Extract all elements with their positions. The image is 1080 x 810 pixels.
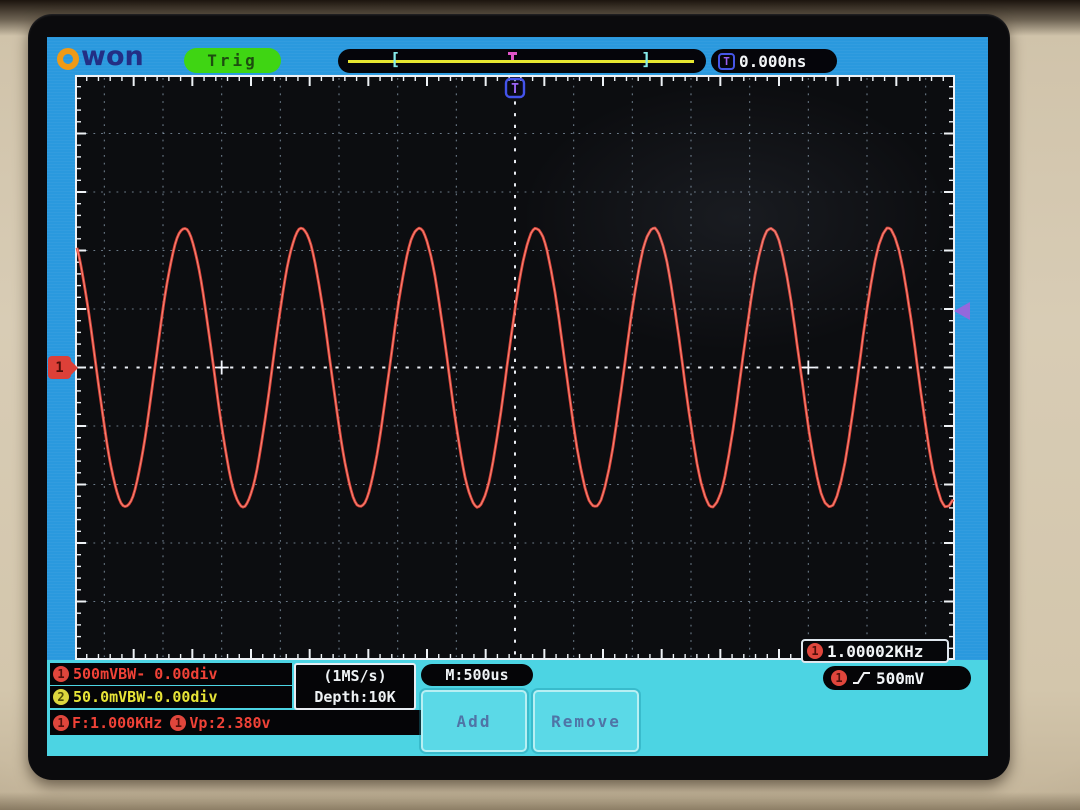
trigger-settings-readout: 1 500mV bbox=[823, 666, 971, 690]
ch1-badge-icon: 1 bbox=[807, 643, 823, 659]
measurement-readout: 1 F:1.000KHz 1 Vp:2.380v bbox=[50, 710, 424, 735]
owon-logo-text: won bbox=[81, 46, 144, 68]
acquisition-readout: (1MS/s) Depth:10K bbox=[294, 663, 416, 710]
trigger-source-badge-icon: 1 bbox=[831, 670, 847, 686]
trigger-t-icon: T bbox=[718, 53, 735, 70]
rising-edge-icon bbox=[852, 671, 871, 685]
owon-logo: won bbox=[57, 44, 144, 74]
add-button[interactable]: Add bbox=[421, 690, 527, 752]
trigger-level-marker-icon[interactable] bbox=[954, 302, 970, 320]
trigger-position-tick-icon bbox=[508, 52, 517, 55]
ch2-badge-icon: 2 bbox=[53, 689, 69, 705]
record-view-bar: [ ] bbox=[338, 49, 706, 73]
remove-button[interactable]: Remove bbox=[533, 690, 639, 752]
ch1-level-marker[interactable]: 1 bbox=[48, 356, 71, 379]
graticule: T bbox=[75, 75, 955, 660]
trigger-position-icon-letter: T bbox=[511, 82, 519, 97]
frequency-counter-value: 1.00002KHz bbox=[827, 642, 923, 661]
view-window-left-bracket-icon: [ bbox=[390, 50, 400, 71]
trigger-time-readout: T 0.000ns bbox=[711, 49, 837, 73]
timebase-readout: M:500us bbox=[421, 664, 533, 686]
ch1-scale-readout: 1 500mVBW- 0.00div bbox=[50, 663, 292, 685]
record-depth-text: Depth:10K bbox=[314, 687, 395, 708]
vpp-measurement-text: Vp:2.380v bbox=[189, 714, 270, 732]
waveform-display: T bbox=[75, 75, 955, 660]
trigger-time-value: 0.000ns bbox=[739, 52, 806, 71]
ch1-badge-icon: 1 bbox=[170, 715, 186, 731]
trigger-status-badge: Trig bbox=[184, 48, 281, 73]
owon-logo-o-ring bbox=[57, 48, 79, 70]
desk-shadow bbox=[0, 792, 1080, 810]
frequency-measurement: 1 F:1.000KHz bbox=[53, 714, 162, 732]
frequency-counter-box: 1 1.00002KHz bbox=[801, 639, 949, 663]
vpp-measurement: 1 Vp:2.380v bbox=[170, 714, 270, 732]
trigger-level-value: 500mV bbox=[876, 669, 924, 688]
oscilloscope-front-panel: T won Trig [ ] T 0.000ns 1 1 1.00002KHz … bbox=[0, 0, 1080, 810]
view-window-right-bracket-icon: ] bbox=[641, 50, 651, 71]
ch2-scale-text: 50.0mVBW-0.00div bbox=[73, 688, 218, 706]
frequency-measurement-text: F:1.000KHz bbox=[72, 714, 162, 732]
ch1-scale-text: 500mVBW- 0.00div bbox=[73, 665, 218, 683]
ch2-scale-readout: 2 50.0mVBW-0.00div bbox=[50, 686, 292, 708]
sample-rate-text: (1MS/s) bbox=[323, 666, 386, 687]
ch1-badge-icon: 1 bbox=[53, 715, 69, 731]
ch1-badge-icon: 1 bbox=[53, 666, 69, 682]
